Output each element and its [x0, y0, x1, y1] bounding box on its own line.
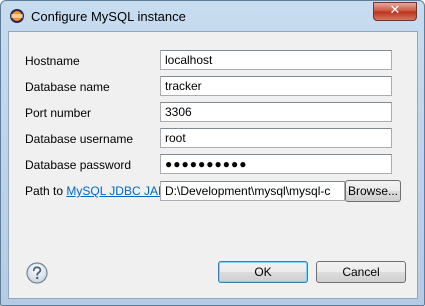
database-password-label: Database password	[25, 158, 132, 172]
window-title: Configure MySQL instance	[31, 9, 186, 24]
database-username-field[interactable]	[160, 128, 392, 148]
port-number-field[interactable]	[160, 102, 392, 122]
jdbc-path-label: Path to MySQL JDBC JAR	[25, 184, 167, 198]
jdbc-path-label-prefix: Path to	[25, 184, 67, 198]
browse-button[interactable]: Browse...	[345, 180, 401, 202]
help-icon[interactable]	[26, 262, 48, 284]
dialog-window: Configure MySQL instance ✕ Hostname Data…	[0, 0, 425, 306]
close-button[interactable]: ✕	[373, 2, 417, 21]
eclipse-icon	[10, 9, 24, 23]
database-name-field[interactable]	[160, 76, 392, 96]
jdbc-path-field[interactable]: D:\Development\mysql\mysql-c	[160, 181, 345, 201]
database-name-label: Database name	[25, 80, 110, 94]
hostname-field[interactable]	[160, 50, 392, 70]
port-number-label: Port number	[25, 106, 92, 120]
database-username-label: Database username	[25, 132, 134, 146]
dialog-content: Hostname Database name Port number Datab…	[8, 31, 418, 299]
cancel-button[interactable]: Cancel	[316, 261, 406, 283]
hostname-label: Hostname	[25, 54, 80, 68]
ok-button[interactable]: OK	[218, 261, 308, 283]
close-icon: ✕	[389, 3, 401, 18]
mysql-jdbc-jar-link[interactable]: MySQL JDBC JAR	[66, 184, 166, 198]
title-bar[interactable]: Configure MySQL instance ✕	[1, 1, 424, 32]
database-password-field[interactable]: ●●●●●●●●●●	[160, 154, 392, 174]
